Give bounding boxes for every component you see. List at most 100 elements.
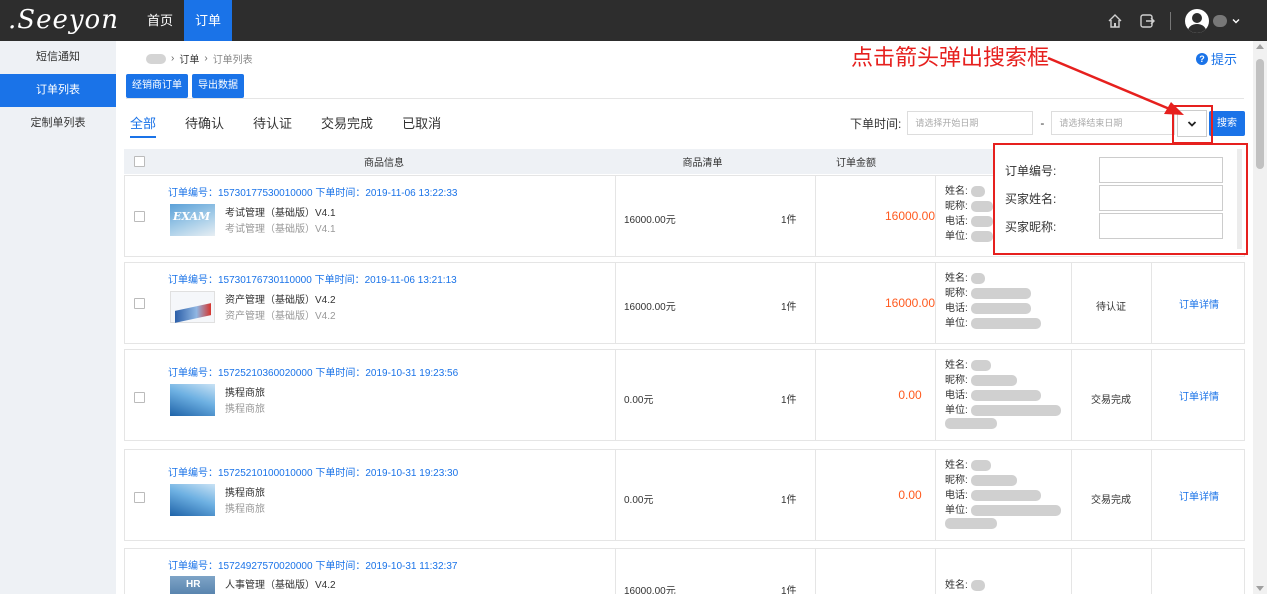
- main-content: › 订单 › 订单列表 ? 提示 经销商订单 导出数据 全部 待确认 待认证 交…: [116, 41, 1252, 594]
- tab-pending-verify[interactable]: 待认证: [253, 113, 292, 138]
- product-name: 人事管理（基础版）V4.2: [225, 580, 336, 591]
- start-date-input[interactable]: 请选择开始日期: [907, 111, 1034, 135]
- user-avatar-icon: [1185, 8, 1209, 33]
- table-row: 订单编号：15725210100010000 下单时间：2019-10-31 1…: [124, 449, 1245, 541]
- order-number-time: 订单编号：15725210100010000 下单时间：2019-10-31 1…: [168, 468, 459, 479]
- buyer-info: 姓名: 昵称: 电话: 单位:: [945, 184, 993, 244]
- order-detail-link[interactable]: 订单详情: [1153, 388, 1245, 403]
- search-button[interactable]: 搜索: [1209, 111, 1245, 136]
- dealer-order-button[interactable]: 经销商订单: [126, 74, 188, 98]
- sidebar-item-sms[interactable]: 短信通知: [0, 41, 116, 74]
- order-number-time: 订单编号：15730177530010000 下单时间：2019-11-06 1…: [168, 188, 458, 199]
- quantity: 1件: [781, 395, 797, 406]
- buyer-name-label: 买家姓名:: [1005, 191, 1057, 206]
- help-tip-label: 提示: [1210, 52, 1237, 67]
- top-bar: .Seeyon 首页 订单: [0, 0, 1267, 41]
- order-number-time: 订单编号：15725210360020000 下单时间：2019-10-31 1…: [168, 368, 459, 379]
- col-product-info: 商品信息: [364, 158, 404, 169]
- help-tip[interactable]: ? 提示: [1195, 49, 1237, 68]
- product-name: 考试管理（基础版）V4.1: [225, 208, 336, 219]
- breadcrumb-orders[interactable]: 订单: [179, 51, 199, 66]
- select-all-checkbox[interactable]: [133, 156, 145, 167]
- sidebar-item-orders[interactable]: 订单列表: [0, 74, 116, 107]
- date-filter-label: 下单时间:: [850, 116, 902, 131]
- sidebar-item-custom-orders[interactable]: 定制单列表: [0, 107, 116, 140]
- nav-orders[interactable]: 订单: [184, 0, 233, 41]
- order-no-input[interactable]: [1099, 157, 1223, 183]
- tab-completed[interactable]: 交易完成: [321, 113, 373, 138]
- annotation-arrow: [1047, 56, 1184, 115]
- top-nav: 首页 订单: [136, 0, 233, 41]
- order-status: 交易完成: [1091, 395, 1131, 406]
- nav-home[interactable]: 首页: [136, 0, 184, 41]
- breadcrumb: › 订单 › 订单列表: [146, 51, 253, 66]
- search-popup: 订单编号: 买家姓名: 买家昵称:: [993, 143, 1248, 255]
- chevron-down-icon: [1232, 18, 1240, 23]
- col-amount: 订单金额: [836, 158, 876, 169]
- buyer-info: 姓名: 昵称: 电话: 单位:: [945, 271, 1041, 331]
- order-no-label: 订单编号:: [1005, 163, 1057, 178]
- row-checkbox[interactable]: [134, 298, 145, 309]
- product-subname: 携程商旅: [225, 404, 265, 415]
- page-scrollbar[interactable]: [1253, 41, 1267, 594]
- quantity: 1件: [781, 215, 797, 226]
- quantity: 1件: [781, 586, 797, 594]
- tab-pending-confirm[interactable]: 待确认: [185, 113, 224, 138]
- user-name-redacted: [1213, 14, 1227, 27]
- product-name: 携程商旅: [225, 388, 265, 399]
- unit-price: 0.00元: [624, 495, 654, 506]
- col-product-list: 商品清单: [682, 158, 723, 169]
- product-thumbnail: HR: [170, 576, 215, 594]
- order-status: 待认证: [1096, 302, 1126, 313]
- unit-price: 16000.00元: [624, 302, 676, 313]
- buyer-info: 姓名:: [945, 578, 985, 593]
- product-name: 携程商旅: [225, 488, 265, 499]
- unit-price: 0.00元: [624, 395, 654, 406]
- breadcrumb-root-redacted[interactable]: [146, 53, 166, 64]
- product-subname: 考试管理（基础版）V4.1: [225, 224, 336, 235]
- product-thumbnail: [170, 291, 215, 323]
- order-detail-link[interactable]: 订单详情: [1153, 488, 1245, 503]
- user-menu[interactable]: [1185, 8, 1241, 33]
- question-icon: ?: [1195, 52, 1208, 65]
- row-checkbox[interactable]: [134, 392, 145, 403]
- table-row: 订单编号：15724927570020000 下单时间：2019-10-31 1…: [124, 548, 1245, 594]
- scroll-up-arrow-icon[interactable]: [1256, 44, 1264, 49]
- unit-price: 16000.00元: [624, 215, 676, 226]
- tab-cancelled[interactable]: 已取消: [402, 113, 441, 138]
- product-name: 资产管理（基础版）V4.2: [225, 295, 336, 306]
- annotation-text: 点击箭头弹出搜索框: [851, 45, 1050, 70]
- order-status: 交易完成: [1091, 495, 1131, 506]
- top-right-tools: [1106, 0, 1241, 41]
- buyer-info: 姓名: 昵称: 电话: 单位:: [945, 358, 1061, 429]
- annotation-highlight-box: [1172, 105, 1213, 144]
- order-number-time: 订单编号：15730176730110000 下单时间：2019-11-06 1…: [168, 275, 457, 286]
- export-data-button[interactable]: 导出数据: [192, 74, 244, 98]
- seeyon-logo[interactable]: .Seeyon: [8, 3, 118, 37]
- quantity: 1件: [781, 495, 797, 506]
- tab-all[interactable]: 全部: [130, 113, 157, 138]
- scroll-down-arrow-icon[interactable]: [1256, 586, 1264, 591]
- table-row: 订单编号：15725210360020000 下单时间：2019-10-31 1…: [124, 349, 1245, 441]
- breadcrumb-order-list: 订单列表: [212, 55, 253, 66]
- product-thumbnail: EXAM: [170, 204, 215, 236]
- row-checkbox[interactable]: [134, 211, 145, 222]
- status-tabs: 全部 待确认 待认证 交易完成 已取消: [130, 113, 470, 138]
- sidebar: 短信通知 订单列表 定制单列表: [0, 41, 116, 594]
- row-checkbox[interactable]: [134, 492, 145, 503]
- toolbar: 经销商订单 导出数据: [126, 74, 244, 98]
- home-icon[interactable]: [1106, 12, 1124, 30]
- product-thumbnail: [170, 484, 215, 516]
- product-subname: 资产管理（基础版）V4.2: [225, 311, 336, 322]
- unit-price: 16000.00元: [624, 586, 676, 594]
- header-divider: [1170, 11, 1171, 30]
- logout-icon[interactable]: [1138, 12, 1156, 30]
- popup-scrollbar[interactable]: [1237, 149, 1242, 249]
- buyer-nick-label: 买家昵称:: [1005, 219, 1057, 234]
- order-detail-link[interactable]: 订单详情: [1153, 296, 1245, 311]
- scroll-thumb[interactable]: [1256, 59, 1264, 169]
- buyer-nick-input[interactable]: [1099, 213, 1223, 239]
- buyer-info: 姓名: 昵称: 电话: 单位:: [945, 458, 1061, 529]
- buyer-name-input[interactable]: [1099, 185, 1223, 211]
- product-thumbnail: [170, 384, 215, 416]
